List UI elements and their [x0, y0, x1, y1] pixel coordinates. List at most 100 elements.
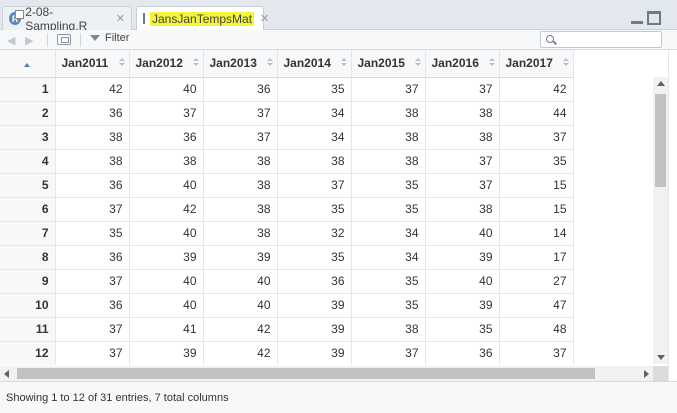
table-cell[interactable]: 35: [351, 197, 426, 222]
horizontal-scroll-thumb[interactable]: [17, 368, 595, 379]
table-cell[interactable]: 38: [129, 149, 204, 174]
scroll-left-icon[interactable]: [4, 370, 9, 378]
sort-arrows-icon[interactable]: [562, 58, 569, 68]
table-cell[interactable]: 38: [425, 197, 500, 222]
table-cell[interactable]: 39: [425, 293, 500, 318]
row-number-header[interactable]: [0, 50, 56, 78]
maximize-pane-button[interactable]: [647, 11, 661, 25]
table-cell[interactable]: 40: [203, 269, 278, 294]
forward-arrow-icon[interactable]: ▶: [25, 34, 33, 47]
table-cell[interactable]: 34: [351, 245, 426, 270]
table-cell[interactable]: 14: [499, 221, 574, 246]
table-cell[interactable]: 37: [425, 149, 500, 174]
column-header-jan2011[interactable]: Jan2011: [55, 50, 130, 78]
table-cell[interactable]: 40: [425, 269, 500, 294]
search-input[interactable]: [559, 33, 659, 46]
table-cell[interactable]: 39: [203, 245, 278, 270]
sort-arrows-icon[interactable]: [192, 58, 199, 68]
table-row[interactable]: 10 36 40 40 39 35 39 47: [0, 293, 574, 318]
table-cell[interactable]: 37: [129, 101, 204, 126]
show-in-new-window-icon[interactable]: [57, 34, 71, 45]
table-row[interactable]: 4 38 38 38 38 38 37 35: [0, 149, 574, 174]
scroll-up-icon[interactable]: [657, 81, 665, 86]
table-cell[interactable]: 44: [499, 101, 574, 126]
table-cell[interactable]: 39: [129, 341, 204, 365]
table-cell[interactable]: 36: [55, 293, 130, 318]
table-cell[interactable]: 38: [425, 101, 500, 126]
table-cell[interactable]: 37: [55, 197, 130, 222]
table-cell[interactable]: 48: [499, 317, 574, 342]
scroll-down-icon[interactable]: [657, 355, 665, 360]
table-cell[interactable]: 37: [55, 341, 130, 365]
table-cell[interactable]: 34: [351, 221, 426, 246]
table-cell[interactable]: 35: [499, 149, 574, 174]
table-row[interactable]: 6 37 42 38 35 35 38 15: [0, 197, 574, 222]
table-cell[interactable]: 40: [129, 221, 204, 246]
table-cell[interactable]: 37: [351, 77, 426, 102]
table-cell[interactable]: 38: [351, 317, 426, 342]
table-cell[interactable]: 36: [55, 101, 130, 126]
column-header-jan2015[interactable]: Jan2015: [351, 50, 426, 78]
sort-arrows-icon[interactable]: [266, 58, 273, 68]
table-cell[interactable]: 42: [203, 317, 278, 342]
table-cell[interactable]: 42: [129, 197, 204, 222]
table-cell[interactable]: 35: [55, 221, 130, 246]
table-cell[interactable]: 15: [499, 197, 574, 222]
table-cell[interactable]: 38: [351, 149, 426, 174]
column-header-jan2012[interactable]: Jan2012: [129, 50, 204, 78]
scroll-right-icon[interactable]: [644, 370, 649, 378]
table-cell[interactable]: 36: [203, 77, 278, 102]
tab-sampling-script[interactable]: R 2-08-Sampling.R ✕: [2, 5, 132, 33]
minimize-pane-button[interactable]: [630, 11, 644, 25]
table-row[interactable]: 11 37 41 42 39 38 35 48: [0, 317, 574, 342]
table-cell[interactable]: 35: [351, 293, 426, 318]
close-tab-icon[interactable]: ✕: [260, 12, 269, 25]
table-cell[interactable]: 42: [55, 77, 130, 102]
table-cell[interactable]: 40: [425, 221, 500, 246]
table-cell[interactable]: 40: [129, 293, 204, 318]
table-cell[interactable]: 47: [499, 293, 574, 318]
table-cell[interactable]: 38: [425, 125, 500, 150]
table-cell[interactable]: 40: [129, 173, 204, 198]
table-cell[interactable]: 35: [277, 197, 352, 222]
table-cell[interactable]: 34: [277, 125, 352, 150]
table-cell[interactable]: 37: [499, 125, 574, 150]
table-row[interactable]: 3 38 36 37 34 38 38 37: [0, 125, 574, 150]
table-cell[interactable]: 39: [129, 245, 204, 270]
table-row[interactable]: 9 37 40 40 36 35 40 27: [0, 269, 574, 294]
table-cell[interactable]: 36: [425, 341, 500, 365]
table-cell[interactable]: 37: [425, 77, 500, 102]
table-row[interactable]: 2 36 37 37 34 38 38 44: [0, 101, 574, 126]
table-cell[interactable]: 38: [351, 125, 426, 150]
table-cell[interactable]: 37: [203, 125, 278, 150]
table-cell[interactable]: 39: [277, 317, 352, 342]
column-header-jan2013[interactable]: Jan2013: [203, 50, 278, 78]
table-cell[interactable]: 37: [351, 341, 426, 365]
column-header-jan2017[interactable]: Jan2017: [499, 50, 574, 78]
table-cell[interactable]: 35: [277, 245, 352, 270]
horizontal-scrollbar[interactable]: [0, 366, 653, 381]
table-cell[interactable]: 27: [499, 269, 574, 294]
table-cell[interactable]: 36: [277, 269, 352, 294]
table-cell[interactable]: 38: [203, 197, 278, 222]
table-cell[interactable]: 37: [499, 341, 574, 365]
table-cell[interactable]: 38: [55, 125, 130, 150]
table-cell[interactable]: 35: [351, 269, 426, 294]
table-cell[interactable]: 40: [129, 77, 204, 102]
table-cell[interactable]: 40: [129, 269, 204, 294]
vertical-scroll-thumb[interactable]: [655, 94, 666, 187]
table-cell[interactable]: 32: [277, 221, 352, 246]
table-cell[interactable]: 38: [277, 149, 352, 174]
table-cell[interactable]: 38: [55, 149, 130, 174]
back-arrow-icon[interactable]: ◀: [7, 34, 15, 47]
table-cell[interactable]: 34: [277, 101, 352, 126]
table-cell[interactable]: 41: [129, 317, 204, 342]
table-cell[interactable]: 39: [277, 341, 352, 365]
table-cell[interactable]: 36: [129, 125, 204, 150]
search-field[interactable]: [540, 31, 662, 48]
table-cell[interactable]: 42: [499, 77, 574, 102]
table-cell[interactable]: 36: [55, 173, 130, 198]
sort-arrows-icon[interactable]: [118, 58, 125, 68]
vertical-scrollbar[interactable]: [653, 77, 668, 364]
table-cell[interactable]: 17: [499, 245, 574, 270]
